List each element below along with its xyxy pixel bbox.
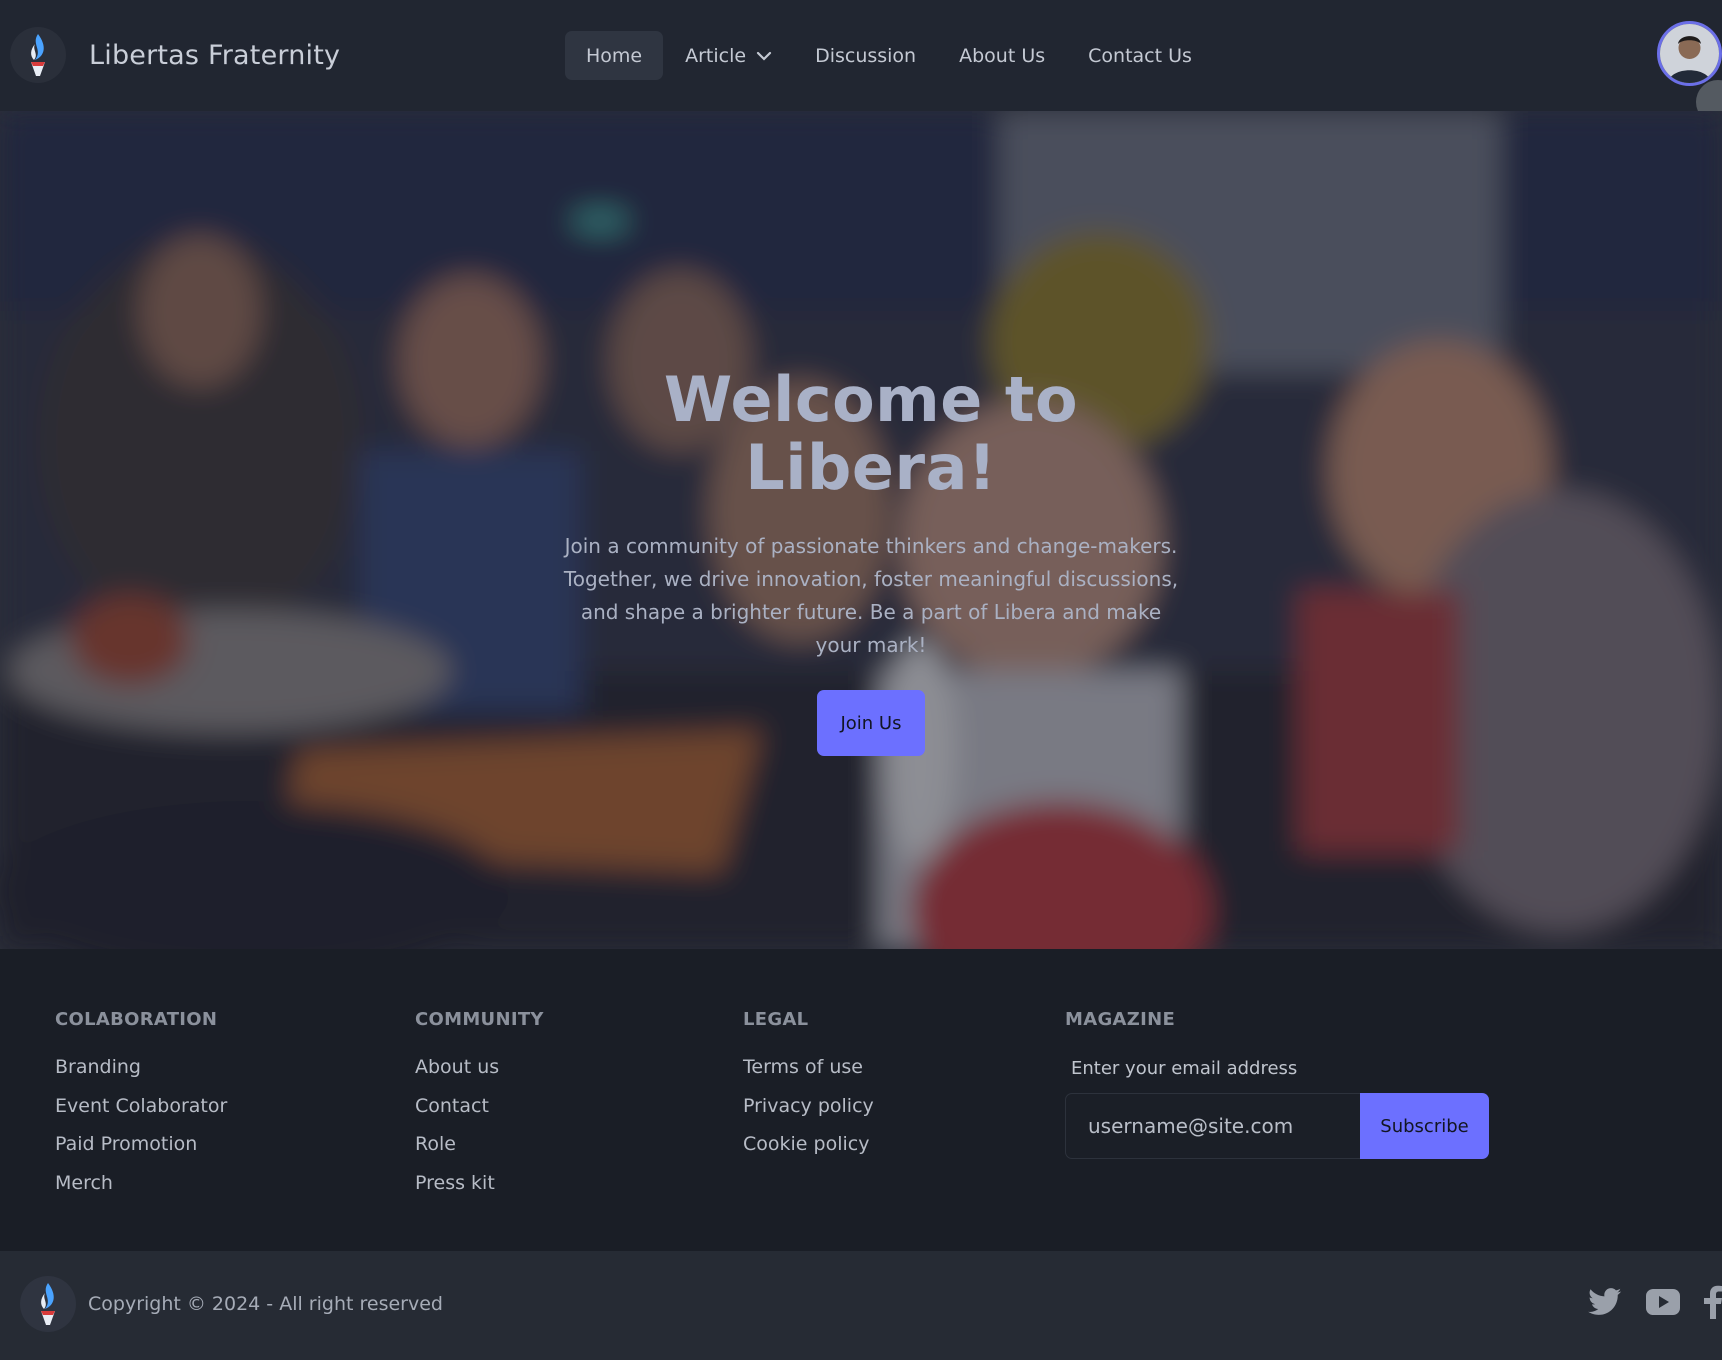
flame-torch-icon[interactable] xyxy=(20,1276,76,1332)
hero-content: Welcome to Libera! Join a community of p… xyxy=(561,363,1181,757)
footer-link-terms-of-use[interactable]: Terms of use xyxy=(743,1048,874,1087)
join-us-button[interactable]: Join Us xyxy=(817,690,925,757)
copyright-text: Copyright © 2024 - All right reserved xyxy=(88,1293,443,1315)
avatar-icon[interactable] xyxy=(1657,21,1722,86)
footer-column-colaboration: COLABORATION Branding Event Colaborator … xyxy=(55,1009,227,1202)
chevron-down-icon xyxy=(756,51,772,61)
email-field-label: Enter your email address xyxy=(1071,1058,1298,1079)
flame-torch-icon[interactable] xyxy=(10,27,66,83)
footer-link-press-kit[interactable]: Press kit xyxy=(415,1164,544,1203)
brand-name[interactable]: Libertas Fraternity xyxy=(89,40,340,71)
footer: COLABORATION Branding Event Colaborator … xyxy=(0,949,1722,1251)
footer-link-contact[interactable]: Contact xyxy=(415,1087,544,1126)
nav-about-us[interactable]: About Us xyxy=(938,31,1066,80)
nav-article[interactable]: Article xyxy=(664,31,793,80)
main-nav: Home Article Discussion About Us Contact… xyxy=(565,31,1214,80)
email-field[interactable] xyxy=(1065,1093,1360,1159)
footer-column-magazine: MAGAZINE Enter your email address Subscr… xyxy=(1065,1009,1489,1159)
footer-link-role[interactable]: Role xyxy=(415,1125,544,1164)
footer-link-merch[interactable]: Merch xyxy=(55,1164,227,1203)
brand[interactable]: Libertas Fraternity xyxy=(10,27,340,83)
footer-link-paid-promotion[interactable]: Paid Promotion xyxy=(55,1125,227,1164)
nav-contact-us[interactable]: Contact Us xyxy=(1067,31,1213,80)
footer-column-community: COMMUNITY About us Contact Role Press ki… xyxy=(415,1009,544,1202)
bottom-bar: Copyright © 2024 - All right reserved xyxy=(0,1251,1722,1360)
subscribe-button[interactable]: Subscribe xyxy=(1360,1093,1489,1159)
footer-heading: COLABORATION xyxy=(55,1009,218,1030)
footer-column-legal: LEGAL Terms of use Privacy policy Cookie… xyxy=(743,1009,874,1164)
navbar: Libertas Fraternity Home Article Discuss… xyxy=(0,0,1722,124)
nav-discussion[interactable]: Discussion xyxy=(794,31,937,80)
footer-heading: MAGAZINE xyxy=(1065,1009,1176,1030)
twitter-icon[interactable] xyxy=(1588,1288,1622,1316)
social-links xyxy=(1564,1285,1722,1319)
hero-title: Welcome to Libera! xyxy=(663,363,1079,505)
footer-link-branding[interactable]: Branding xyxy=(55,1048,227,1087)
footer-heading: COMMUNITY xyxy=(415,1009,544,1030)
footer-link-about-us[interactable]: About us xyxy=(415,1048,544,1087)
footer-link-event-colaborator[interactable]: Event Colaborator xyxy=(55,1087,227,1126)
footer-heading: LEGAL xyxy=(743,1009,809,1030)
hero-description: Join a community of passionate thinkers … xyxy=(563,534,1179,658)
footer-link-cookie-policy[interactable]: Cookie policy xyxy=(743,1125,874,1164)
youtube-icon[interactable] xyxy=(1646,1289,1680,1315)
footer-link-privacy-policy[interactable]: Privacy policy xyxy=(743,1087,874,1126)
nav-home[interactable]: Home xyxy=(565,31,664,80)
hero-section: Welcome to Libera! Join a community of p… xyxy=(0,111,1722,949)
nav-article-label: Article xyxy=(685,44,747,67)
subscribe-form: Subscribe xyxy=(1065,1093,1489,1159)
facebook-icon[interactable] xyxy=(1704,1285,1722,1319)
